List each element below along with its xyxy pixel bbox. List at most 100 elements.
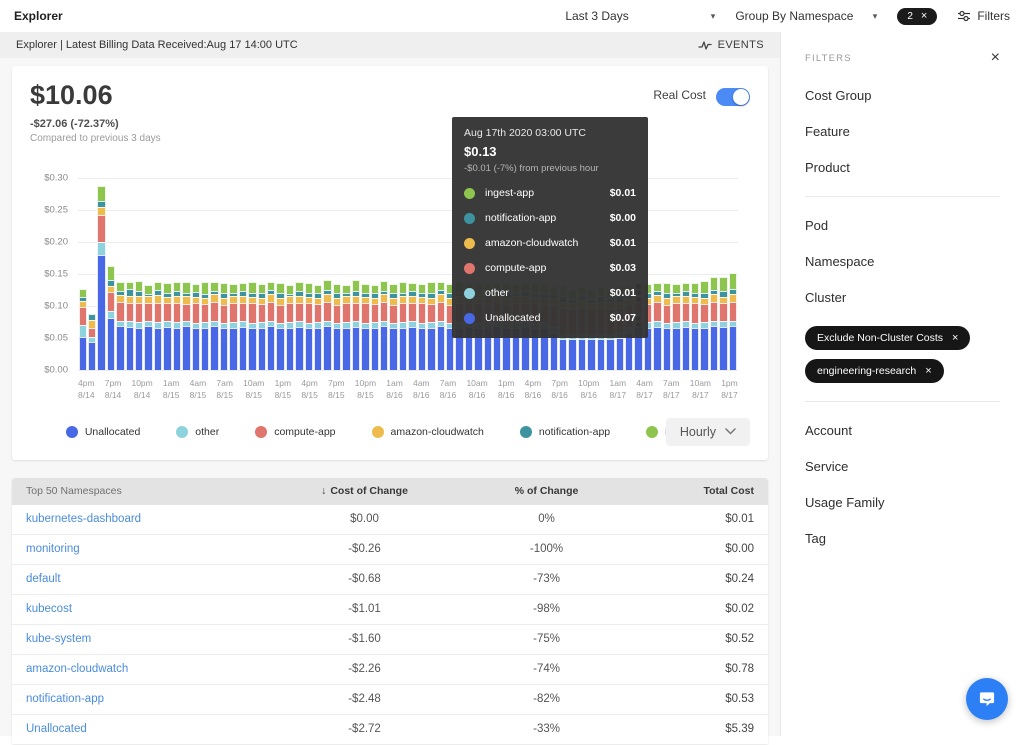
filter-category-tag[interactable]: Tag bbox=[805, 531, 1000, 546]
filter-category-cluster[interactable]: Cluster bbox=[805, 290, 1000, 305]
column-header-pct-of-change[interactable]: % of Change bbox=[456, 485, 638, 497]
chart-bar[interactable] bbox=[408, 283, 416, 370]
x-axis-date: 8/15 bbox=[275, 390, 292, 402]
namespace-link[interactable]: default bbox=[26, 573, 274, 585]
filter-chip[interactable]: engineering-research× bbox=[805, 359, 944, 383]
chart-bar[interactable] bbox=[220, 283, 228, 370]
namespace-link[interactable]: kube-system bbox=[26, 633, 274, 645]
namespace-link[interactable]: notification-app bbox=[26, 693, 274, 705]
chip-remove-icon[interactable]: × bbox=[952, 333, 958, 344]
filter-category-account[interactable]: Account bbox=[805, 423, 1000, 438]
chart-bar[interactable] bbox=[682, 283, 690, 370]
chart-bar[interactable] bbox=[653, 283, 661, 370]
group-by-select[interactable]: Group By Namespace ▾ bbox=[735, 9, 877, 23]
table-row: Unallocated-$2.72-33%$5.39 bbox=[12, 715, 768, 745]
x-axis-date: 8/16 bbox=[551, 390, 568, 402]
filter-category-namespace[interactable]: Namespace bbox=[805, 254, 1000, 269]
chart-bar[interactable] bbox=[192, 284, 200, 370]
chart-bar[interactable] bbox=[380, 281, 388, 370]
chart-bar[interactable] bbox=[295, 282, 303, 370]
tooltip-series-dot bbox=[464, 313, 475, 324]
chart-bar[interactable] bbox=[173, 282, 181, 370]
chart-bar[interactable] bbox=[210, 282, 218, 370]
chart-bar[interactable] bbox=[323, 280, 331, 370]
chart-bar[interactable] bbox=[88, 314, 96, 370]
chart-bar[interactable] bbox=[710, 277, 718, 370]
chart-bar[interactable] bbox=[286, 285, 294, 370]
filter-category-service[interactable]: Service bbox=[805, 459, 1000, 474]
chart-bar[interactable] bbox=[361, 284, 369, 370]
filter-chip[interactable]: Exclude Non-Cluster Costs× bbox=[805, 326, 970, 350]
chart-bar[interactable] bbox=[163, 283, 171, 370]
legend-item-unallocated[interactable]: Unallocated bbox=[66, 426, 140, 438]
filter-category-pod[interactable]: Pod bbox=[805, 218, 1000, 233]
namespace-link[interactable]: kubernetes-dashboard bbox=[26, 513, 274, 525]
chart-bar[interactable] bbox=[371, 285, 379, 370]
real-cost-toggle[interactable] bbox=[716, 88, 750, 106]
chart-bar[interactable] bbox=[352, 280, 360, 370]
chart-bar[interactable] bbox=[116, 282, 124, 370]
column-header-namespaces[interactable]: Top 50 Namespaces bbox=[26, 485, 274, 497]
chart-bar[interactable] bbox=[248, 282, 256, 370]
chart-bar[interactable] bbox=[663, 283, 671, 370]
legend-item-notification-app[interactable]: notification-app bbox=[520, 426, 610, 438]
chart-bar[interactable] bbox=[333, 284, 341, 370]
chart-bar[interactable] bbox=[267, 282, 275, 370]
filter-category-feature[interactable]: Feature bbox=[805, 124, 1000, 139]
legend-item-amazon-cloudwatch[interactable]: amazon-cloudwatch bbox=[372, 426, 484, 438]
chart-bar[interactable] bbox=[144, 285, 152, 370]
chart-bar[interactable] bbox=[314, 285, 322, 370]
column-header-total-cost[interactable]: Total Cost bbox=[638, 485, 754, 497]
filter-category-cost-group[interactable]: Cost Group bbox=[805, 88, 1000, 103]
namespace-link[interactable]: amazon-cloudwatch bbox=[26, 663, 274, 675]
bar-segment-ingest-app bbox=[192, 284, 200, 292]
clear-filters-icon[interactable]: × bbox=[921, 11, 927, 22]
chart-bar[interactable] bbox=[239, 283, 247, 370]
chat-launcher-button[interactable] bbox=[966, 678, 1008, 720]
chart-bar[interactable] bbox=[276, 283, 284, 370]
bar-segment-ingest-app bbox=[682, 283, 690, 291]
chart-bar[interactable] bbox=[97, 186, 105, 370]
chart-bar[interactable] bbox=[427, 282, 435, 370]
chart-bar[interactable] bbox=[258, 284, 266, 370]
chart-bar[interactable] bbox=[389, 284, 397, 370]
time-range-select[interactable]: Last 3 Days ▾ bbox=[565, 9, 715, 23]
chart-bar[interactable] bbox=[135, 281, 143, 370]
bar-segment-Unallocated bbox=[427, 328, 435, 370]
x-axis: 4pm8/147pm8/1410pm8/141am8/154am8/157am8… bbox=[78, 378, 738, 402]
chart-bar[interactable] bbox=[79, 289, 87, 370]
chart-bar[interactable] bbox=[182, 282, 190, 370]
column-header-cost-of-change[interactable]: ↓Cost of Change bbox=[274, 485, 456, 497]
chart-bar[interactable] bbox=[418, 284, 426, 370]
bar-segment-compute-app bbox=[389, 305, 397, 323]
namespace-link[interactable]: Unallocated bbox=[26, 723, 274, 735]
chart-bar[interactable] bbox=[342, 285, 350, 370]
close-icon[interactable]: × bbox=[991, 50, 1000, 66]
legend-item-other[interactable]: other bbox=[176, 426, 219, 438]
events-button[interactable]: EVENTS bbox=[698, 39, 764, 51]
namespace-link[interactable]: monitoring bbox=[26, 543, 274, 555]
chart-bar[interactable] bbox=[201, 282, 209, 370]
filter-category-product[interactable]: Product bbox=[805, 160, 1000, 175]
interval-select[interactable]: Hourly bbox=[666, 418, 750, 446]
filters-button[interactable]: Filters bbox=[957, 9, 1010, 23]
chart-bar[interactable] bbox=[305, 283, 313, 370]
chart-bar[interactable] bbox=[672, 284, 680, 370]
namespace-link[interactable]: kubecost bbox=[26, 603, 274, 615]
filter-count-badge[interactable]: 2 × bbox=[897, 8, 937, 25]
chart-bar[interactable] bbox=[691, 283, 699, 370]
chip-remove-icon[interactable]: × bbox=[925, 366, 931, 377]
chart-bar[interactable] bbox=[107, 266, 115, 370]
chart-bar[interactable] bbox=[719, 277, 727, 370]
bar-segment-Unallocated bbox=[380, 326, 388, 370]
bar-segment-compute-app bbox=[220, 305, 228, 323]
chart-bar[interactable] bbox=[729, 273, 737, 370]
chart-bar[interactable] bbox=[437, 282, 445, 370]
chart-bar[interactable] bbox=[154, 282, 162, 370]
filter-category-usage-family[interactable]: Usage Family bbox=[805, 495, 1000, 510]
chart-bar[interactable] bbox=[126, 282, 134, 370]
chart-bar[interactable] bbox=[399, 282, 407, 370]
chart-bar[interactable] bbox=[229, 284, 237, 370]
legend-item-compute-app[interactable]: compute-app bbox=[255, 426, 335, 438]
chart-bar[interactable] bbox=[700, 281, 708, 370]
